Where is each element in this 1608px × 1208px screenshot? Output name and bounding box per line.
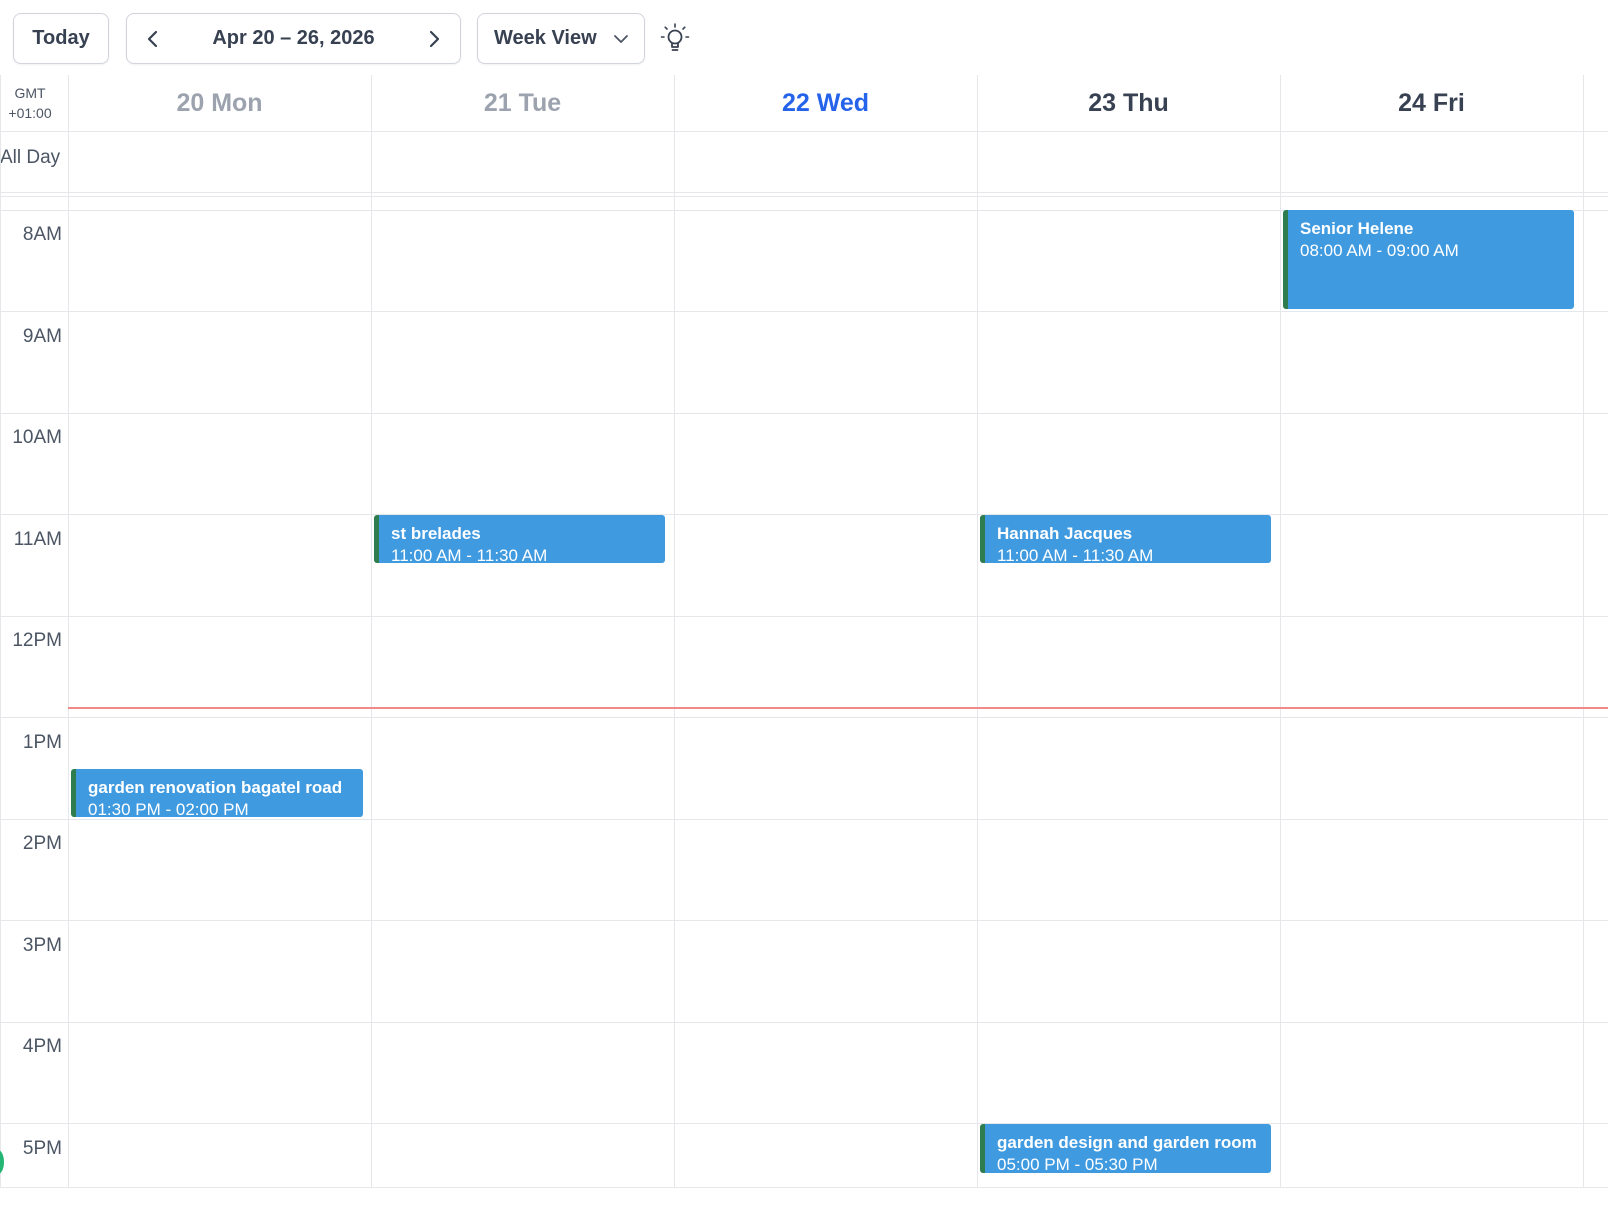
column-divider <box>1280 75 1281 1188</box>
header-divider <box>0 131 1608 132</box>
timezone-label-line2: +01:00 <box>8 105 52 121</box>
event-title: garden renovation bagatel road <box>88 778 343 797</box>
event-card[interactable]: Hannah Jacques 11:00 AM - 11:30 AM <box>980 515 1271 563</box>
week-grid: GMT +01:00 20 Mon 21 Tue 22 Wed 23 Thu 2… <box>0 75 1608 1188</box>
today-button[interactable]: Today <box>13 13 109 64</box>
timezone-label-line1: GMT <box>14 85 46 101</box>
hour-line-10am <box>0 413 1608 414</box>
hour-label: 1PM <box>22 732 62 753</box>
hour-line-1pm <box>0 717 1608 718</box>
event-title: st brelades <box>391 524 481 543</box>
day-header-thu[interactable]: 23 Thu <box>977 75 1280 131</box>
hour-label: 2PM <box>22 833 62 854</box>
hour-label: 12PM <box>12 630 62 651</box>
event-time: 05:00 PM - 05:30 PM <box>997 1155 1158 1173</box>
hour-label: 3PM <box>22 935 62 956</box>
column-divider <box>371 75 372 1188</box>
event-title: Hannah Jacques <box>997 524 1133 543</box>
day-header-tue[interactable]: 21 Tue <box>371 75 674 131</box>
hour-line-5pm <box>0 1123 1608 1124</box>
hour-label: 4PM <box>22 1036 62 1057</box>
calendar-toolbar: Today Apr 20 – 26, 2026 Week View <box>0 0 1608 76</box>
grid-bottom-line <box>0 1187 1608 1188</box>
event-time: 11:00 AM - 11:30 AM <box>997 546 1154 563</box>
hour-line-12pm <box>0 616 1608 617</box>
hour-line-11am <box>0 514 1608 515</box>
event-title: garden design and garden room <box>997 1133 1257 1152</box>
day-header-wed[interactable]: 22 Wed <box>674 75 977 131</box>
all-day-divider-2 <box>0 196 1608 197</box>
chevron-right-icon <box>429 30 440 47</box>
event-card[interactable]: Senior Helene 08:00 AM - 09:00 AM <box>1283 210 1574 309</box>
view-select[interactable]: Week View <box>477 13 645 64</box>
column-divider <box>674 75 675 1188</box>
event-time: 11:00 AM - 11:30 AM <box>391 546 548 563</box>
date-range-label: Apr 20 – 26, 2026 <box>212 27 375 49</box>
day-header-fri[interactable]: 24 Fri <box>1280 75 1583 131</box>
hour-line-3pm <box>0 920 1608 921</box>
next-week-button[interactable] <box>412 14 456 63</box>
hour-line-9am <box>0 311 1608 312</box>
hour-label: 8AM <box>22 224 62 245</box>
column-divider <box>977 75 978 1188</box>
column-divider <box>1583 75 1584 1188</box>
day-header-mon[interactable]: 20 Mon <box>68 75 371 131</box>
event-card[interactable]: st brelades 11:00 AM - 11:30 AM <box>374 515 665 563</box>
event-title: Senior Helene <box>1300 219 1414 238</box>
hour-label: 9AM <box>22 326 62 347</box>
hour-label: 10AM <box>12 427 62 448</box>
previous-week-button[interactable] <box>131 14 175 63</box>
event-card[interactable]: garden design and garden room 05:00 PM -… <box>980 1124 1271 1173</box>
view-select-label: Week View <box>494 27 597 49</box>
hour-label: 11AM <box>13 529 62 550</box>
chevron-left-icon <box>147 30 158 47</box>
hour-label: 5PM <box>22 1138 62 1159</box>
date-range-navigator: Apr 20 – 26, 2026 <box>126 13 461 64</box>
all-day-label: All Day <box>0 147 61 168</box>
hour-line-2pm <box>0 819 1608 820</box>
event-time: 01:30 PM - 02:00 PM <box>88 800 249 817</box>
hour-line-4pm <box>0 1022 1608 1023</box>
timezone-label: GMT +01:00 <box>0 83 60 123</box>
chevron-down-icon <box>614 35 628 43</box>
all-day-divider <box>0 192 1608 193</box>
column-divider <box>68 75 69 1188</box>
lightbulb-icon[interactable] <box>660 22 690 54</box>
current-time-indicator <box>68 707 1608 709</box>
event-time: 08:00 AM - 09:00 AM <box>1300 241 1459 260</box>
event-card[interactable]: garden renovation bagatel road 01:30 PM … <box>71 769 363 817</box>
